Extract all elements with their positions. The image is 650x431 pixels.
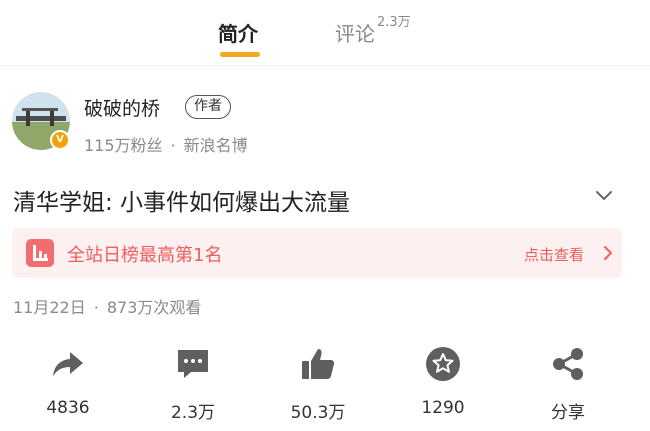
thumbs-up-icon bbox=[302, 349, 335, 379]
comment-count: 2.3万 bbox=[170, 403, 216, 423]
like-count: 50.3万 bbox=[290, 403, 346, 423]
author-name[interactable]: 破破的桥 bbox=[84, 94, 160, 121]
star-icon bbox=[426, 347, 460, 381]
active-tab-indicator bbox=[220, 52, 260, 57]
share-label: 分享 bbox=[551, 403, 585, 423]
share-button[interactable]: 分享 bbox=[528, 340, 608, 431]
repost-button[interactable]: 4836 bbox=[28, 340, 108, 431]
ranking-chart-icon bbox=[26, 239, 54, 267]
ranking-view-link[interactable]: 点击查看 bbox=[524, 244, 584, 265]
action-bar: 4836 2.3万 50.3万 1290 分享 bbox=[0, 340, 650, 431]
tab-bar: 简介 评论 2.3万 bbox=[0, 0, 650, 66]
view-count: 873万次观看 bbox=[106, 298, 202, 317]
favorite-count: 1290 bbox=[421, 398, 465, 418]
author-followers: 115万粉丝 bbox=[84, 136, 163, 155]
tab-intro-label: 简介 bbox=[218, 22, 258, 46]
publish-meta: 11月22日 · 873万次观看 bbox=[13, 294, 201, 318]
ranking-banner[interactable]: 全站日榜最高第1名 点击查看 bbox=[12, 228, 622, 278]
publish-date: 11月22日 bbox=[13, 298, 86, 317]
chevron-right-icon bbox=[604, 246, 612, 260]
author-title: 新浪名博 bbox=[183, 136, 248, 155]
tab-comments[interactable]: 评论 2.3万 bbox=[335, 15, 411, 47]
comment-icon bbox=[178, 350, 208, 378]
verified-badge-icon: V bbox=[50, 130, 70, 150]
share-nodes-icon bbox=[553, 348, 583, 380]
favorite-button[interactable]: 1290 bbox=[403, 340, 483, 431]
video-title: 清华学姐: 小事件如何爆出大流量 bbox=[13, 190, 351, 216]
publish-meta-separator: · bbox=[93, 298, 99, 317]
tab-intro[interactable]: 简介 bbox=[218, 18, 258, 47]
share-arrow-icon bbox=[53, 352, 83, 376]
tab-comments-label: 评论 bbox=[335, 22, 375, 46]
repost-count: 4836 bbox=[46, 398, 90, 418]
comment-button[interactable]: 2.3万 bbox=[153, 340, 233, 431]
author-badge: 作者 bbox=[185, 95, 231, 119]
author-meta-separator: · bbox=[170, 136, 176, 155]
chevron-down-icon[interactable] bbox=[593, 184, 615, 206]
like-button[interactable]: 50.3万 bbox=[278, 340, 358, 431]
author-meta: 115万粉丝 · 新浪名博 bbox=[84, 132, 248, 156]
ranking-text: 全站日榜最高第1名 bbox=[67, 245, 223, 266]
tab-comments-count: 2.3万 bbox=[377, 15, 411, 30]
